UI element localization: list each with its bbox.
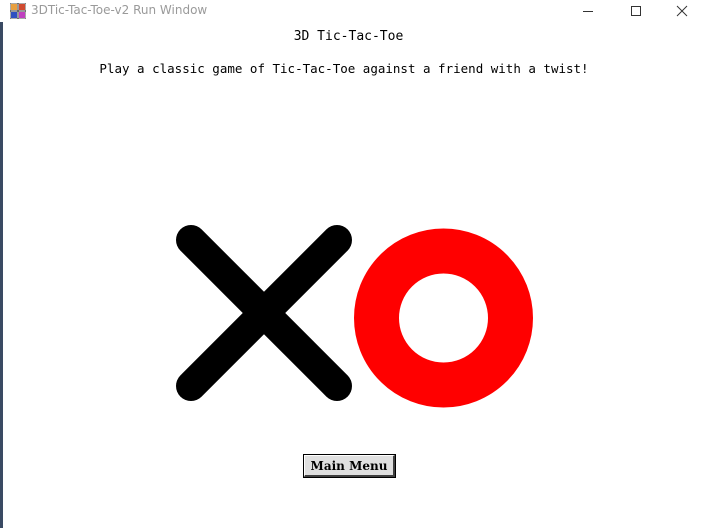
main-menu-button[interactable]: Main Menu [303, 454, 396, 478]
tic-tac-toe-logo [176, 225, 533, 408]
x-mark-icon [176, 225, 352, 401]
o-mark-icon [354, 228, 533, 408]
run-window: 3DTic-Tac-Toe-v2 Run Window 3D Tic-Tac-T… [0, 0, 705, 528]
